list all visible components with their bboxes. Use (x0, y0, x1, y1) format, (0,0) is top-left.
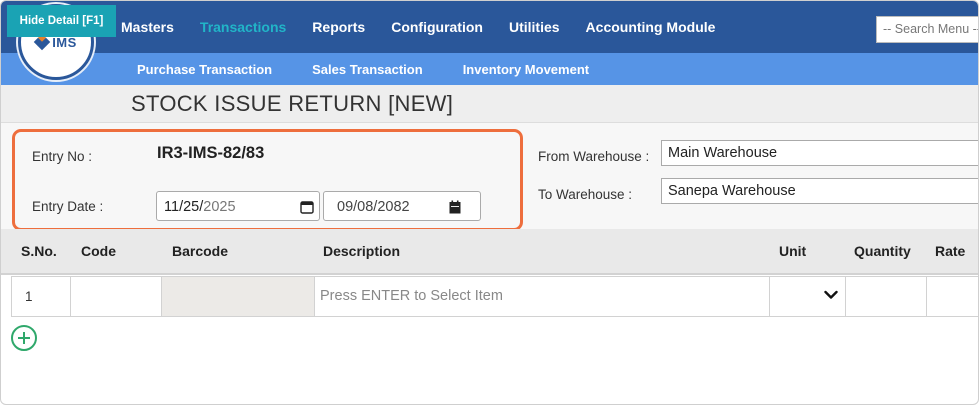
barcode-cell (162, 277, 314, 316)
rate-input[interactable] (927, 277, 978, 316)
from-warehouse-label: From Warehouse : (538, 149, 650, 164)
search-menu-input[interactable]: -- Search Menu -- (876, 16, 978, 43)
hide-detail-button[interactable]: Hide Detail [F1] (7, 5, 116, 37)
entry-date-ad-input[interactable]: 11/25/2025 (156, 191, 320, 221)
menu-utilities[interactable]: Utilities (509, 19, 560, 35)
menu-transactions[interactable]: Transactions (200, 19, 286, 35)
menu-configuration[interactable]: Configuration (391, 19, 483, 35)
submenu-sales-transaction[interactable]: Sales Transaction (312, 62, 423, 77)
entry-date-label: Entry Date : (32, 199, 104, 214)
calendar-outline-icon[interactable] (300, 200, 314, 214)
page-title: STOCK ISSUE RETURN [NEW] (131, 91, 454, 116)
row-sno: 1 (25, 289, 33, 304)
col-header-sno: S.No. (21, 243, 57, 259)
to-warehouse-label: To Warehouse : (538, 187, 633, 202)
menu-reports[interactable]: Reports (312, 19, 365, 35)
from-warehouse-select[interactable]: Main Warehouse (661, 140, 978, 166)
sub-menu: Purchase Transaction Sales Transaction I… (137, 53, 629, 85)
app-window: Masters Transactions Reports Configurati… (0, 0, 979, 405)
main-menu: Masters Transactions Reports Configurati… (121, 1, 741, 53)
col-header-unit: Unit (779, 243, 807, 259)
items-table-header (1, 229, 978, 275)
quantity-input[interactable] (846, 277, 926, 316)
menu-masters[interactable]: Masters (121, 19, 174, 35)
entry-no-label: Entry No : (32, 149, 93, 164)
col-header-quantity: Quantity (854, 243, 911, 259)
chevron-down-icon[interactable] (824, 290, 838, 300)
col-header-barcode: Barcode (172, 243, 229, 259)
submenu-purchase-transaction[interactable]: Purchase Transaction (137, 62, 272, 77)
to-warehouse-select[interactable]: Sanepa Warehouse (661, 178, 978, 204)
sub-navbar: Purchase Transaction Sales Transaction I… (1, 53, 978, 85)
code-input[interactable] (71, 277, 161, 316)
calendar-icon[interactable] (448, 200, 462, 214)
submenu-inventory-movement[interactable]: Inventory Movement (463, 62, 589, 77)
col-header-description: Description (323, 243, 401, 259)
description-input[interactable]: Press ENTER to Select Item (320, 288, 503, 304)
add-row-button[interactable] (11, 325, 37, 351)
entry-date-bs-input[interactable]: 09/08/2082 (323, 191, 481, 221)
col-header-code: Code (81, 243, 116, 259)
menu-accounting-module[interactable]: Accounting Module (586, 19, 716, 35)
col-header-rate: Rate (935, 243, 966, 259)
logo-diamond-icon (33, 33, 51, 51)
entry-no-value: IR3-IMS-82/83 (157, 144, 265, 162)
top-navbar: Masters Transactions Reports Configurati… (1, 1, 978, 53)
